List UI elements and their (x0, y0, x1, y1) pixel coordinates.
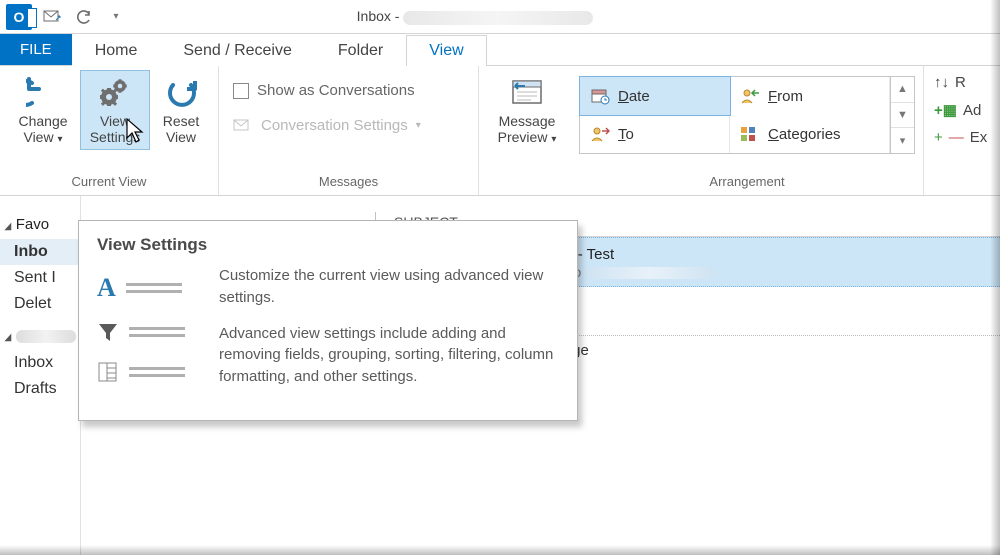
message-preview-button[interactable]: Message Preview ▾ (487, 70, 567, 151)
nav-inbox-2[interactable]: Inbox (10, 350, 80, 376)
tab-file[interactable]: FILE (0, 34, 72, 65)
calendar-icon (590, 87, 610, 105)
to-icon (590, 125, 610, 143)
change-view-icon (26, 75, 60, 111)
group-label-messages: Messages (227, 172, 470, 193)
tab-view[interactable]: View (406, 35, 486, 66)
ribbon-tabs: FILE Home Send / Receive Folder View (0, 34, 1000, 66)
arrange-by-from[interactable]: From (730, 77, 890, 115)
categories-icon (740, 126, 760, 142)
gallery-scroll: ▲ ▼ ▾ (890, 77, 914, 153)
arrangement-gallery: Date From To Categories ▲ ▼ ▾ (579, 76, 915, 154)
redacted-account-name (16, 330, 76, 343)
reset-view-icon (165, 75, 197, 111)
quick-access-toolbar: O ▾ (6, 4, 128, 30)
tooltip-text: Customize the current view using advance… (219, 265, 559, 402)
message-preview-icon (509, 75, 545, 111)
show-as-conversations-checkbox[interactable]: Show as Conversations (227, 78, 421, 103)
nav-drafts[interactable]: Drafts (10, 376, 80, 402)
group-arrangement: Date From To Categories ▲ ▼ ▾ (571, 66, 924, 195)
gallery-up[interactable]: ▲ (891, 77, 914, 103)
expand-icon: + (934, 129, 943, 146)
label: D (618, 88, 629, 105)
expand-collapse-button[interactable]: +— Ex (934, 129, 987, 146)
tooltip-title: View Settings (97, 235, 559, 255)
group-label-current-view: Current View (8, 172, 210, 193)
tooltip-graphic: A (97, 265, 197, 402)
arrange-by-to[interactable]: To (580, 115, 730, 153)
tab-send-receive[interactable]: Send / Receive (160, 35, 315, 66)
window-title: Inbox - (136, 8, 994, 24)
send-receive-qat-button[interactable] (40, 5, 64, 29)
view-settings-icon (97, 75, 133, 111)
conversation-icon (233, 118, 253, 134)
nav-inbox[interactable]: Inbo (0, 239, 80, 265)
arrange-by-categories[interactable]: Categories (730, 115, 890, 153)
label-rest: ate (629, 88, 650, 105)
group-right-clipped: ↑↓ R +▦ Ad +— Ex (924, 66, 991, 195)
gallery-more[interactable]: ▾ (891, 128, 914, 153)
nav-deleted[interactable]: Delet (10, 291, 80, 317)
from-icon (740, 87, 760, 105)
group-current-view: Change View ▾ View Se (0, 66, 219, 195)
group-messages: Show as Conversations Conversation Setti… (219, 66, 479, 195)
funnel-icon (97, 321, 119, 343)
title-bar: O ▾ Inbox - (0, 0, 1000, 34)
reverse-sort-button[interactable]: ↑↓ R (934, 74, 987, 91)
checkbox-icon (233, 83, 249, 99)
tab-folder[interactable]: Folder (315, 35, 406, 66)
qat-customize-button[interactable]: ▾ (104, 5, 128, 29)
redacted-recipient (585, 267, 715, 279)
sort-icon: ↑↓ (934, 74, 949, 91)
add-icon: +▦ (934, 101, 957, 119)
view-settings-button[interactable]: View Settings (80, 70, 150, 150)
nav-sent[interactable]: Sent I (10, 265, 80, 291)
gallery-down[interactable]: ▼ (891, 103, 914, 129)
redacted-account (403, 11, 593, 25)
change-view-button[interactable]: Change View ▾ (8, 70, 78, 151)
folder-pane: Favo Inbo Sent I Delet Inbox Drafts (0, 196, 80, 555)
columns-icon (97, 361, 119, 383)
arrange-by-date[interactable]: Date (579, 76, 731, 116)
favorites-header[interactable]: Favo (4, 216, 80, 233)
group-label-arrangement: Arrangement (579, 172, 915, 193)
ribbon: Change View ▾ View Se (0, 66, 1000, 196)
conversation-settings-button: Conversation Settings ▾ (227, 113, 427, 138)
account-header[interactable] (4, 327, 80, 344)
reset-view-button[interactable]: Reset View (152, 70, 210, 150)
add-columns-button[interactable]: +▦ Ad (934, 101, 987, 119)
outlook-logo-icon: O (6, 4, 32, 30)
group-message-preview: Message Preview ▾ (479, 66, 571, 195)
font-icon: A (97, 273, 116, 303)
undo-button[interactable] (72, 5, 96, 29)
tab-home[interactable]: Home (72, 35, 161, 66)
view-settings-tooltip: View Settings A Customize the current vi… (78, 220, 578, 421)
spacer-label (487, 172, 567, 193)
